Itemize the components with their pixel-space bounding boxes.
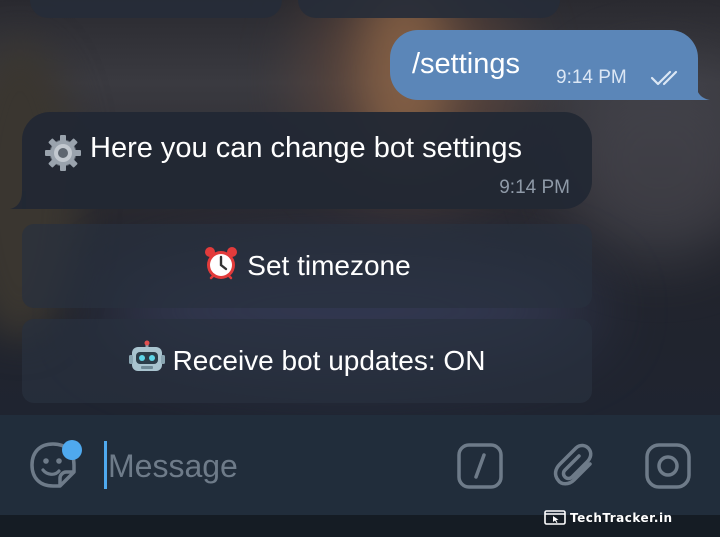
message-input-bar <box>0 415 720 515</box>
double-check-icon <box>650 70 684 91</box>
previous-message-fragment <box>30 0 282 18</box>
alarm-clock-icon <box>203 245 239 288</box>
incoming-message-text: Here you can change bot settings <box>90 132 523 164</box>
set-timezone-button[interactable]: Set timezone <box>22 224 592 308</box>
outgoing-message[interactable]: /settings 9:14 PM <box>390 30 698 100</box>
robot-icon <box>128 340 165 383</box>
browser-cursor-icon <box>544 510 566 525</box>
camera-icon[interactable] <box>644 442 692 490</box>
paperclip-icon[interactable] <box>552 442 600 490</box>
incoming-message[interactable]: Here you can change bot settings 9:14 PM <box>22 112 592 209</box>
watermark-text: TechTracker.in <box>570 511 673 525</box>
watermark: TechTracker.in <box>544 508 673 528</box>
message-input[interactable] <box>108 445 428 487</box>
bot-updates-toggle-button[interactable]: Receive bot updates: ON <box>22 319 592 403</box>
incoming-message-time: 9:14 PM <box>499 177 570 198</box>
bot-updates-label: Receive bot updates: ON <box>172 345 486 376</box>
outgoing-message-text: /settings <box>412 48 520 80</box>
slash-command-icon[interactable] <box>456 442 504 490</box>
notification-dot <box>62 440 82 460</box>
gear-icon <box>44 134 82 177</box>
set-timezone-label: Set timezone <box>247 250 411 281</box>
previous-message-fragment <box>298 0 560 18</box>
text-cursor <box>104 441 107 489</box>
outgoing-bubble-tail <box>686 82 710 100</box>
outgoing-message-time: 9:14 PM <box>556 67 627 88</box>
